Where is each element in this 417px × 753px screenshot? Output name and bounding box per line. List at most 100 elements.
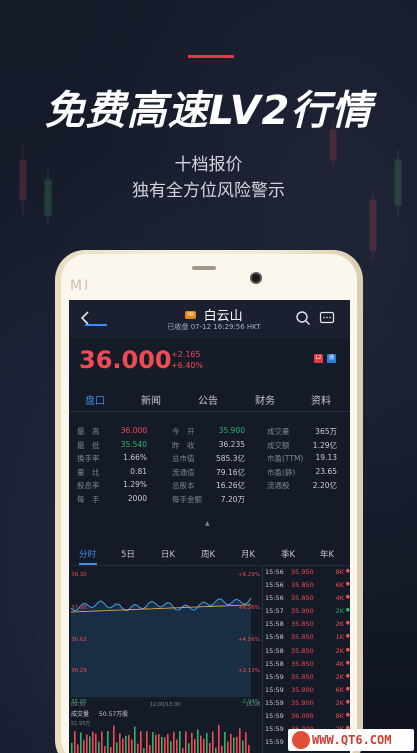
tab-profile[interactable]: 资料 [311, 392, 331, 407]
volume-bar [200, 735, 202, 753]
volume-bar [170, 741, 172, 753]
divider [262, 566, 263, 753]
trade-price: 35.850 [291, 581, 314, 590]
quote-row: 量 比 0.81 流通值 79.16亿 市盈(静) 23.65 [69, 467, 350, 481]
price-change: +2.165 [171, 350, 201, 359]
trade-volume: 8K [335, 712, 344, 721]
quote-label: 成交量 [267, 427, 290, 436]
trade-volume: 2K [335, 698, 344, 707]
quote-value: 1.66% [123, 453, 147, 462]
time-axis-label: 16:08 [246, 702, 260, 708]
intraday-chart[interactable]: 38.3037.9636.6236.2935.95+8.29%+6.56%+4.… [69, 566, 262, 753]
trade-direction-icon: ● [345, 712, 350, 719]
quote-value: 19.13 [315, 453, 337, 462]
volume-bar [179, 731, 181, 753]
app-screen: HK 白云山 已收盘 07-12 16:29:56 HKT 36.000 +2.… [69, 300, 350, 753]
tab-announcements[interactable]: 公告 [198, 392, 218, 407]
quote-value: 35.900 [218, 426, 245, 435]
quote-label: 昨 收 [172, 440, 195, 450]
volume-bar [242, 740, 244, 753]
level2-tag[interactable]: L2 [314, 354, 323, 363]
trade-row: 15:59 35.850 2K ● [265, 673, 350, 686]
chart-tab[interactable]: 分时 [79, 548, 96, 560]
phone-speaker [192, 266, 216, 270]
watermark-logo-icon [292, 731, 310, 749]
quote-row: 最 高 36.000 今 开 35.900 成交量 365万 [69, 426, 350, 440]
volume-bar [101, 731, 103, 753]
trade-price: 35.850 [291, 633, 314, 642]
message-icon[interactable] [319, 310, 335, 326]
trade-row: 15:57 35.900 2K ● [265, 607, 350, 620]
volume-max-label: 51.93万 [71, 721, 90, 727]
trade-volume: 6K [335, 581, 344, 590]
tab-news[interactable]: 新闻 [141, 392, 161, 407]
quote-value: 1.29亿 [312, 440, 337, 450]
quote-row: 股息率 1.29% 总股本 16.26亿 流通股 2.20亿 [69, 480, 350, 494]
chart-tab[interactable]: 周K [201, 548, 215, 560]
volume-bar [203, 738, 205, 753]
trade-time: 15:58 [265, 620, 284, 629]
volume-bar [194, 739, 196, 753]
y-axis-pct-label: +4.56% [238, 637, 260, 643]
volume-bar [149, 745, 151, 753]
volume-bar [197, 729, 199, 753]
connect-tag[interactable]: 通 [327, 354, 336, 363]
quote-value: 36.000 [120, 426, 147, 435]
expand-caret-icon[interactable]: ▲ [205, 520, 210, 527]
tab-quote[interactable]: 盘口 [85, 392, 105, 407]
volume-bar [218, 725, 220, 753]
chart-tab[interactable]: 月K [241, 548, 255, 560]
volume-bar [245, 732, 247, 753]
quote-value: 0.81 [130, 466, 147, 476]
volume-bar [173, 731, 175, 753]
volume-bar [191, 732, 193, 753]
volume-bar [182, 747, 184, 753]
tab-financials[interactable]: 财务 [255, 392, 275, 407]
trade-volume: 2K [335, 620, 344, 629]
volume-label: 成交量 [71, 710, 89, 718]
quote-label: 最 低 [77, 440, 100, 450]
divider [69, 411, 350, 412]
volume-bar [176, 739, 178, 753]
quote-label: 换手率 [77, 454, 100, 463]
trade-time: 15:59 [265, 685, 284, 694]
volume-bar [146, 731, 148, 753]
chart-tab[interactable]: 5日 [121, 548, 135, 560]
chart-tab[interactable]: 日K [161, 548, 175, 560]
volume-bar [188, 743, 190, 753]
phone-brand-logo: MI [70, 278, 91, 294]
chart-tab[interactable]: 年K [320, 548, 334, 560]
trade-direction-icon: ● [345, 568, 350, 574]
search-icon[interactable] [295, 310, 311, 326]
chart-tab[interactable]: 季K [281, 548, 295, 560]
quote-label: 每 手 [77, 494, 100, 504]
volume-bar [92, 731, 94, 753]
phone-camera [250, 272, 262, 284]
quote-label: 最 高 [77, 427, 100, 436]
trade-direction-icon: ● [345, 594, 350, 601]
volume-bar [116, 742, 118, 753]
quote-row: 最 低 35.540 昨 收 36.235 成交额 1.29亿 [69, 440, 350, 454]
trade-volume: 2K [335, 646, 344, 655]
y-axis-pct-label: +8.29% [238, 572, 260, 578]
volume-bar [185, 731, 187, 753]
trade-direction-icon: ● [345, 659, 350, 666]
quote-row: 每 手 2000 每手金额 7.20万 [69, 494, 350, 508]
time-axis-label: 12:00/13:00 [150, 702, 181, 708]
trade-time: 15:58 [265, 659, 284, 668]
volume-bar [131, 739, 133, 753]
trade-ticker-list[interactable]: 15:56 35.950 8K ● 15:56 35.850 6K ● 15:56 35.850 4… [265, 568, 350, 751]
volume-bar [158, 734, 160, 753]
volume-bar [212, 731, 214, 753]
volume-bar [167, 733, 169, 753]
trade-row: 15:58 35.850 2K ● [265, 620, 350, 633]
trade-time: 15:59 [265, 712, 284, 721]
volume-bar [155, 734, 157, 753]
volume-bar [140, 731, 142, 753]
trade-direction-icon: ● [345, 672, 350, 679]
volume-bar [128, 735, 130, 753]
volume-bar [86, 734, 88, 753]
volume-bar [143, 748, 145, 753]
price-area [71, 597, 251, 697]
trade-row: 15:56 35.850 4K ● [265, 594, 350, 607]
